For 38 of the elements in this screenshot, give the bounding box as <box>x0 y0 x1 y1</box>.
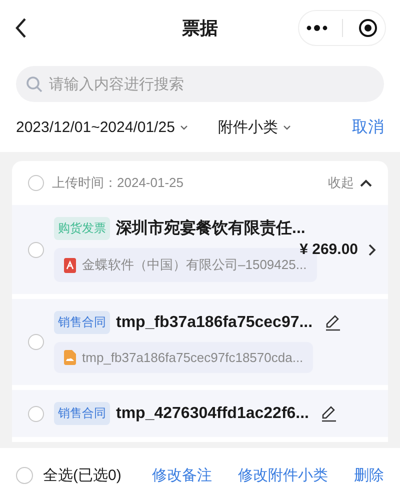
row-checkbox[interactable] <box>28 334 44 350</box>
date-range-dropdown[interactable]: 2023/12/01~2024/01/25 <box>16 118 188 136</box>
page-title: 票据 <box>182 18 218 38</box>
pencil-icon[interactable] <box>321 406 337 422</box>
cancel-link[interactable]: 取消 <box>352 116 384 138</box>
row-checkbox[interactable] <box>28 242 44 258</box>
invoice-title: 深圳市宛宴餐饮有限责任... <box>116 218 306 239</box>
chevron-right-icon[interactable] <box>368 244 376 256</box>
category-tag: 销售合同 <box>54 311 110 334</box>
more-icon[interactable] <box>306 25 328 31</box>
select-all-label[interactable]: 全选(已选0) <box>43 466 122 484</box>
action-link[interactable]: 修改附件小类 <box>238 466 328 484</box>
invoice-row[interactable]: 销售合同 tmp_4276304ffd1ac22f6... <box>12 390 388 437</box>
group-checkbox[interactable] <box>28 175 44 191</box>
back-icon[interactable] <box>14 17 28 39</box>
row-checkbox[interactable] <box>28 406 44 422</box>
invoice-title: tmp_4276304ffd1ac22f6... <box>116 404 309 422</box>
category-tag: 购货发票 <box>54 217 110 240</box>
invoice-row[interactable]: 销售合同 tmp_fb37a186fa75cec97... tmp_fb37a186fa75cec97fc18570cda... <box>12 299 388 385</box>
chevron-icon <box>360 179 372 187</box>
select-all-checkbox[interactable] <box>16 466 33 484</box>
invoice-row[interactable]: 购货发票 深圳市宛宴餐饮有限责任... 金蝶软件（中国）有限公司–1509425... ¥ 269.00 <box>12 205 388 294</box>
attachment-file[interactable]: tmp_fb37a186fa75cec97fc18570cda... <box>54 342 314 373</box>
invoice-title: tmp_fb37a186fa75cec97... <box>116 314 313 332</box>
pencil-icon[interactable] <box>324 314 341 330</box>
caret-icon <box>282 124 291 130</box>
search-field[interactable]: 请输入内容进行搜索 <box>16 66 384 102</box>
action-link[interactable]: 修改备注 <box>152 466 212 484</box>
upload-time: 上传时间：2024-01-25 <box>52 174 184 192</box>
subtype-dropdown[interactable]: 附件小类 <box>218 118 291 136</box>
action-link[interactable]: 删除 <box>354 466 384 484</box>
search-icon <box>26 76 43 93</box>
pdf-file-icon <box>64 258 76 272</box>
image-file-icon <box>64 350 76 365</box>
close-icon[interactable] <box>358 18 378 38</box>
collapse-toggle[interactable]: 收起 <box>328 174 372 192</box>
caret-icon <box>180 124 188 130</box>
category-tag: 销售合同 <box>54 402 110 425</box>
